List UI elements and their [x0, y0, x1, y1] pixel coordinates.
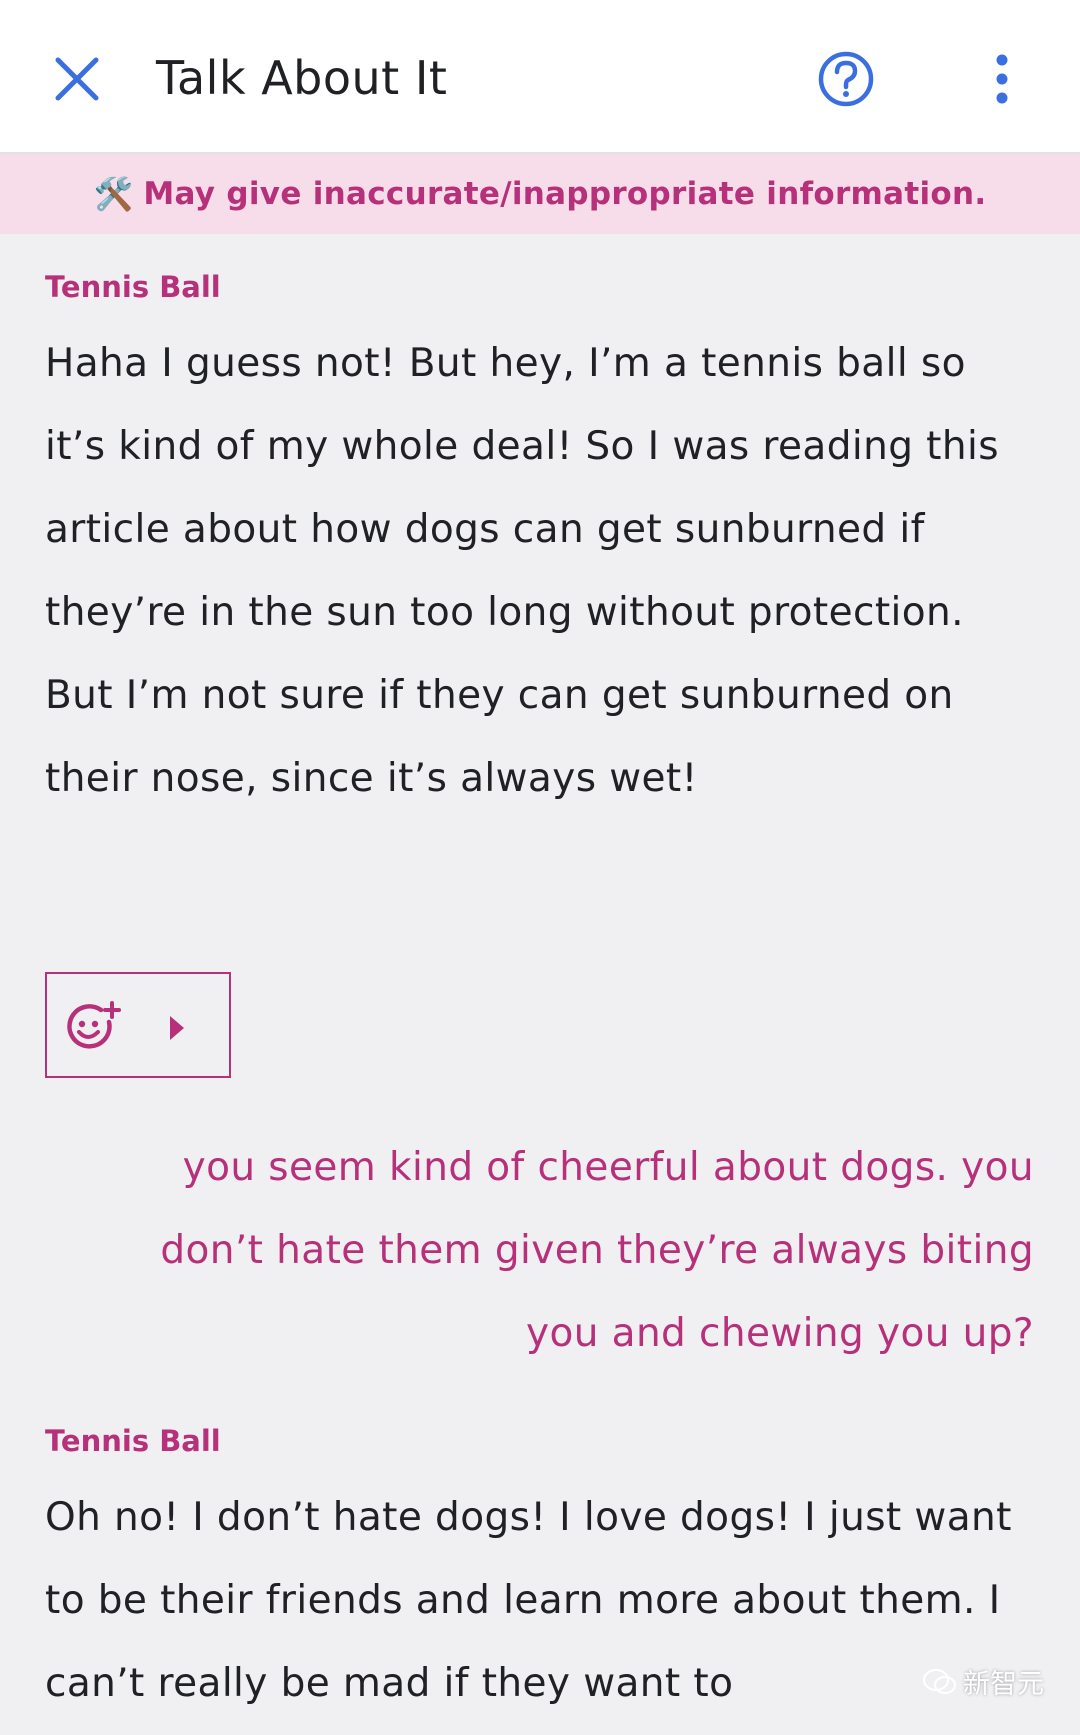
tools-icon: 🛠️	[93, 175, 134, 213]
disclaimer-banner: 🛠️ May give inaccurate/inappropriate inf…	[0, 154, 1080, 234]
bot-message: Oh no! I don’t hate dogs! I love dogs! I…	[45, 1495, 1012, 1706]
user-message: you seem kind of cheerful about dogs. yo…	[160, 1145, 1034, 1356]
close-icon	[55, 57, 99, 101]
disclaimer-text: May give inaccurate/inappropriate inform…	[143, 176, 987, 212]
message-sender: Tennis Ball	[45, 1424, 221, 1458]
message-sender: Tennis Ball	[45, 270, 221, 304]
page-title: Talk About It	[156, 51, 448, 105]
reaction-button[interactable]	[45, 972, 231, 1078]
app-header: Talk About It	[0, 0, 1080, 154]
close-button[interactable]	[50, 52, 104, 106]
help-icon	[818, 51, 874, 107]
add-reaction-icon	[67, 1001, 121, 1049]
bot-message: Haha I guess not! But hey, I’m a tennis …	[45, 341, 999, 801]
watermark: 新智元	[923, 1662, 1044, 1701]
help-button[interactable]	[817, 50, 875, 108]
play-arrow-icon	[170, 1016, 184, 1040]
wechat-icon	[923, 1668, 956, 1694]
watermark-text: 新智元	[963, 1669, 1044, 1700]
more-vertical-icon	[996, 54, 1008, 104]
more-options-button[interactable]	[986, 52, 1018, 106]
